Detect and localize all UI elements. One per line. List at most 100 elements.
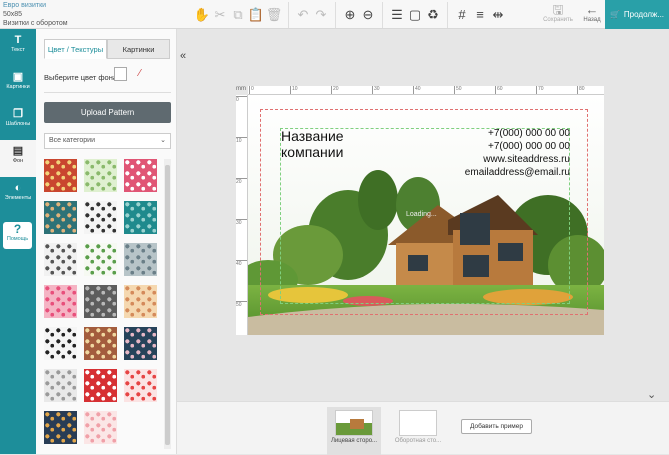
nav-item-images[interactable]: ▣ Картинки (0, 66, 36, 103)
ruler-tick-label: 60 (495, 86, 503, 94)
pattern-swatch[interactable] (44, 369, 77, 402)
align-icon[interactable]: ≡ (471, 4, 489, 26)
scrollbar-thumb[interactable] (165, 165, 170, 445)
pattern-swatch[interactable] (44, 285, 77, 318)
category-value: Все категории (49, 137, 95, 144)
pages-bar: Лицевая сторо... Оборотная сто... Добави… (177, 401, 669, 455)
pattern-swatch[interactable] (84, 369, 117, 402)
nav-item-elements[interactable]: ◐ Элементы (0, 177, 36, 214)
nav-label: Текст (11, 47, 25, 53)
save-label: Сохранить (543, 17, 573, 23)
delete-icon[interactable]: 🗑 (265, 4, 283, 26)
pattern-swatch[interactable] (124, 327, 157, 360)
ruler-tick-label: 70 (536, 86, 544, 94)
nav-label: Картинки (6, 84, 30, 90)
pattern-swatch[interactable] (124, 201, 157, 234)
tab-images[interactable]: Картинки (107, 39, 170, 59)
tab-colors-textures[interactable]: Цвет / Текстуры (44, 39, 107, 59)
cart-icon: 🛒 (609, 10, 620, 19)
layers-icon[interactable]: ☰ (388, 4, 406, 26)
background-icon: ▤ (12, 145, 24, 157)
pattern-swatch[interactable] (44, 411, 77, 444)
bg-color-label: Выберите цвет фона (44, 73, 118, 82)
loading-text: Loading... (406, 211, 437, 218)
ruler-tick-label: 30 (236, 219, 247, 226)
text-frame-icon[interactable]: ▢ (406, 4, 424, 26)
pattern-swatch[interactable] (44, 243, 77, 276)
company-name-text[interactable]: Название компании (281, 128, 344, 160)
arrow-left-icon: ← (585, 2, 599, 17)
business-card-canvas[interactable]: Название компании +7(000) 000 00 00 +7(00… (248, 95, 604, 335)
hand-icon[interactable]: ✋ (193, 4, 211, 26)
pattern-swatch[interactable] (84, 411, 117, 444)
pattern-swatch[interactable] (84, 201, 117, 234)
ruler-tick-label: 0 (249, 86, 254, 94)
ruler-tick-label: 50 (454, 86, 462, 94)
nav-item-background[interactable]: ▤ Фон (0, 140, 36, 177)
pattern-swatch[interactable] (124, 243, 157, 276)
pattern-swatch[interactable] (84, 285, 117, 318)
upload-pattern-button[interactable]: Upload Pattern (44, 102, 171, 123)
ruler-tick-label: 0 (236, 96, 247, 103)
add-sample-button[interactable]: Добавить пример (461, 419, 532, 434)
category-select[interactable]: Все категории ⌄ (44, 133, 171, 149)
bg-color-swatch[interactable] (114, 67, 127, 81)
nav-item-templates[interactable]: ❐ Шаблоны (0, 103, 36, 140)
redo-icon[interactable]: ↷ (312, 4, 330, 26)
save-button[interactable]: 🖫 Сохранить (536, 2, 580, 24)
nav-item-text[interactable]: T Текст (0, 29, 36, 66)
company-line: Название (281, 128, 344, 144)
expand-down-icon[interactable]: ⌄ (647, 388, 656, 401)
page-back-thumbnail (399, 410, 437, 436)
phone-2: +7(000) 000 00 00 (487, 141, 570, 152)
cut-icon[interactable]: ✂ (211, 4, 229, 26)
recycle-icon[interactable]: ♻ (424, 4, 442, 26)
image-icon: ▣ (12, 71, 24, 83)
company-line: компании (281, 144, 344, 160)
paste-icon[interactable]: 📋 (247, 4, 265, 26)
page-back[interactable]: Оборотная сто... (391, 407, 445, 455)
page-front[interactable]: Лицевая сторо... (327, 407, 381, 455)
undo-icon[interactable]: ↶ (294, 4, 312, 26)
page-back-label: Оборотная сто... (394, 438, 442, 444)
ruler-tick-label: 20 (236, 178, 247, 185)
divider (382, 1, 383, 28)
ruler-tick-label: 50 (236, 301, 247, 308)
pattern-swatch[interactable] (44, 327, 77, 360)
copy-icon[interactable]: ⧉ (229, 4, 247, 26)
pattern-swatch[interactable] (84, 159, 117, 192)
no-color-icon[interactable]: ⁄ (139, 69, 150, 80)
page-front-label: Лицевая сторо... (330, 438, 378, 444)
website: www.siteaddress.ru (483, 154, 570, 165)
collapse-panel-icon[interactable]: « (180, 50, 186, 62)
email: emailaddress@email.ru (464, 167, 570, 178)
ruler-tick-label: 10 (290, 86, 298, 94)
pattern-swatch[interactable] (44, 201, 77, 234)
help-button[interactable]: ? Помощь (3, 222, 32, 249)
divider (44, 92, 171, 93)
pattern-swatch[interactable] (124, 159, 157, 192)
zoom-in-icon[interactable]: ⊕ (341, 4, 359, 26)
pattern-swatch[interactable] (124, 285, 157, 318)
pattern-swatch[interactable] (84, 243, 117, 276)
distribute-icon[interactable]: ⇹ (489, 4, 507, 26)
pattern-grid (44, 159, 164, 449)
continue-label: Продолж... (623, 10, 665, 19)
floppy-icon: 🖫 (552, 2, 564, 17)
pattern-swatch[interactable] (124, 369, 157, 402)
back-button[interactable]: ← Назад (579, 2, 605, 24)
template-icon: ❐ (13, 108, 23, 120)
question-icon: ? (13, 222, 22, 236)
back-label: Назад (583, 17, 601, 23)
grid-icon[interactable]: # (453, 4, 471, 26)
pattern-scrollbar[interactable] (164, 159, 171, 449)
text-icon: T (14, 34, 22, 46)
product-name[interactable]: Евро визитки (3, 1, 68, 10)
pattern-swatch[interactable] (44, 159, 77, 192)
pattern-swatch[interactable] (84, 327, 117, 360)
ruler-tick-label: 40 (413, 86, 421, 94)
continue-button[interactable]: 🛒 Продолж... (605, 0, 669, 29)
contacts-text[interactable]: +7(000) 000 00 00 +7(000) 000 00 00 www.… (465, 127, 570, 179)
zoom-out-icon[interactable]: ⊖ (359, 4, 377, 26)
top-toolbar: Евро визитки 50x85 Визитки с оборотом ✋ … (0, 0, 669, 29)
